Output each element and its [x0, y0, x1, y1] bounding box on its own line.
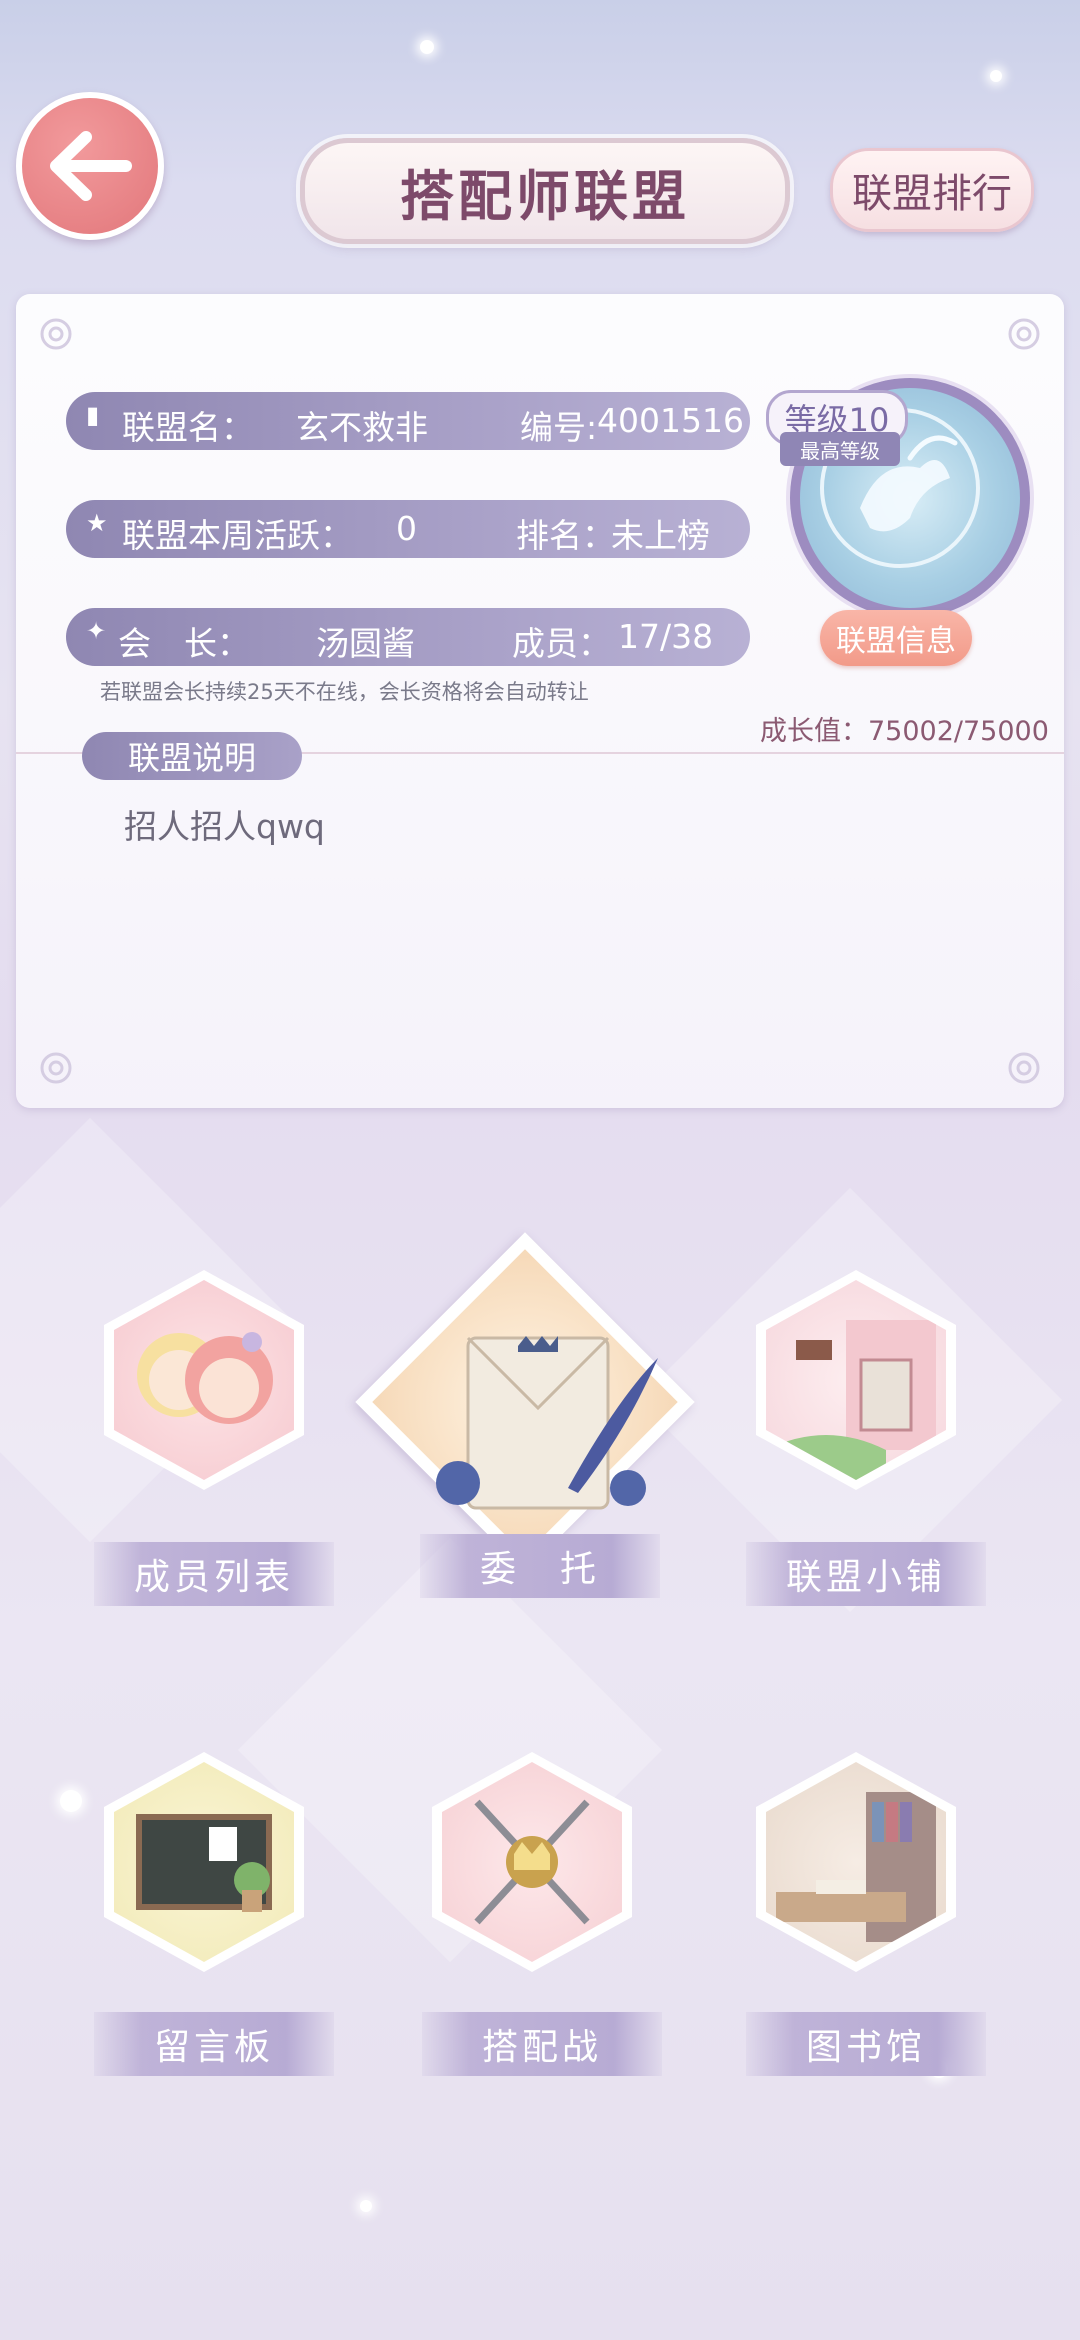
envelope-quill-icon: [436, 1336, 658, 1510]
rank-value: 未上榜: [611, 516, 710, 555]
leader-transfer-hint: 若联盟会长持续25天不在线，会长资格将会自动转让: [100, 680, 589, 704]
arrow-left-icon: [50, 131, 132, 201]
description-label: 联盟说明: [82, 732, 302, 780]
bookshelf-icon: [776, 1792, 936, 1942]
sparkle: [990, 70, 1002, 82]
alliance-ranking-button[interactable]: 联盟排行: [830, 148, 1034, 232]
rose-ornament-icon: [40, 1052, 72, 1084]
members-avatar-icon: [137, 1332, 273, 1424]
alliance-activity-row: ★ 联盟本周活跃： 0 排名： 未上榜: [66, 500, 750, 558]
library-hex-bg: [766, 1762, 946, 1962]
rose-ornament-icon: [40, 318, 72, 350]
library-hex-frame: [756, 1752, 956, 1972]
alliance-id-label: 编号:: [520, 408, 598, 447]
sparkle: [420, 40, 434, 54]
alliance-info-button[interactable]: 联盟信息: [820, 610, 972, 666]
members-hex-bg: [114, 1280, 294, 1480]
styling-battle-label[interactable]: 搭配战: [422, 2012, 662, 2076]
message-board-label[interactable]: 留言板: [94, 2012, 334, 2076]
rank-label: 排名：: [516, 516, 615, 555]
page-title: 搭配师联盟: [400, 164, 690, 228]
alliance-shop-label[interactable]: 联盟小铺: [746, 1542, 986, 1606]
shop-storefront-icon: [766, 1320, 936, 1480]
members-value: 17/38: [618, 617, 714, 656]
shop-hex-bg: [766, 1280, 946, 1480]
alliance-name-row: ▮ 联盟名： 玄不救非 编号: 4001516: [66, 392, 750, 450]
library-label[interactable]: 图书馆: [746, 2012, 986, 2076]
alliance-name-value: 玄不救非: [296, 408, 428, 447]
sparkle: [360, 2200, 372, 2212]
leader-label: 会 长：: [118, 624, 250, 663]
growth-value: 成长值：75002/75000: [760, 716, 1049, 747]
book-icon: ▮: [86, 401, 100, 429]
back-button[interactable]: [16, 92, 164, 240]
star-icon: ★: [86, 509, 108, 537]
chalkboard-icon: [136, 1814, 272, 1912]
activity-label: 联盟本周活跃：: [122, 516, 353, 555]
alliance-name-label: 联盟名：: [122, 408, 254, 447]
members-list-label[interactable]: 成员列表: [94, 1542, 334, 1606]
battle-hex-bg: [442, 1762, 622, 1962]
commission-label[interactable]: 委 托: [420, 1534, 660, 1598]
sparkle: [60, 1790, 82, 1812]
leader-value: 汤圆酱: [316, 624, 415, 663]
page-title-frame: 搭配师联盟: [300, 138, 790, 244]
alliance-leader-row: ✦ 会 长： 汤圆酱 成员： 17/38: [66, 608, 750, 666]
board-hex-bg: [114, 1762, 294, 1962]
members-label: 成员：: [512, 624, 611, 663]
rose-ornament-icon: [1008, 1052, 1040, 1084]
activity-value: 0: [396, 509, 417, 548]
rose-ornament-icon: [1008, 318, 1040, 350]
sparkle-icon: ✦: [86, 617, 107, 645]
max-level-tag: 最高等级: [780, 432, 900, 466]
crossed-swords-icon: [474, 1799, 590, 1925]
alliance-id-value: 4001516: [597, 401, 744, 440]
description-text: 招人招人qwq: [124, 807, 325, 846]
